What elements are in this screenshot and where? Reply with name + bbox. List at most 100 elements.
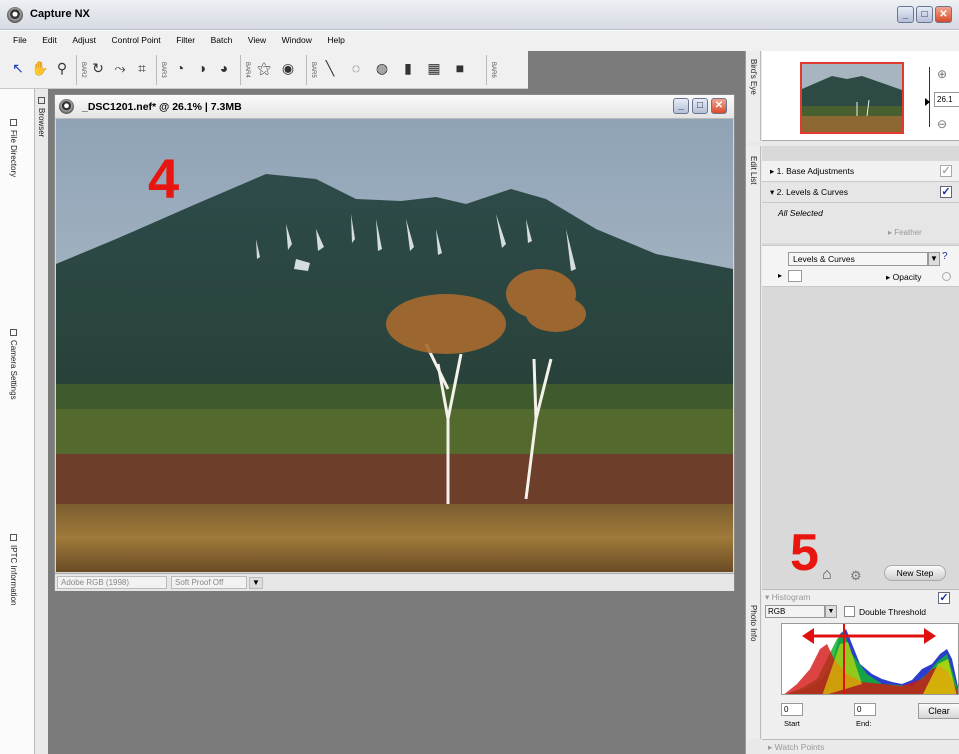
image-maximize-button[interactable]: □ [692,98,708,114]
selection-area: All Selected ▸ Feather [762,203,959,243]
birds-eye-panel: ⊕ 26.1 % ⊖ [762,51,959,141]
collapse-arrow-icon[interactable]: ▾ [770,187,777,197]
opacity-swatch[interactable] [788,270,802,282]
white-control-point-icon[interactable]: ◕ [214,57,234,79]
soft-proof-dropdown-icon[interactable]: ▼ [249,577,263,589]
tab-photo-info[interactable]: Photo Info [749,605,758,641]
image-window-title-bar[interactable]: _DSC1201.nef* @ 26.1% | 7.3MB _ □ ✕ [55,95,734,119]
menu-adjust[interactable]: Adjust [72,35,96,45]
start-label: Start [784,719,800,728]
close-button[interactable]: ✕ [935,6,952,23]
zoom-slider-handle-icon[interactable] [925,98,930,106]
tab-iptc-information[interactable]: IPTC Information [9,534,18,605]
tool-settings-area: Levels & Curves ▼ ? ▸ ▸ Opacity [762,245,959,287]
image-close-button[interactable]: ✕ [711,98,727,114]
birds-eye-strip: Bird's Eye [746,51,761,141]
step-2-checkbox[interactable]: ✓ [940,186,952,198]
tool-select-dropdown-icon[interactable]: ▼ [928,252,940,266]
expand-arrow-icon[interactable]: ▸ [770,166,777,176]
toolbar-grip-bar3[interactable]: BAR3 [156,55,166,85]
double-threshold-label: Double Threshold [859,607,926,617]
channel-select[interactable]: RGB [765,605,825,618]
toolbar-grip-bar6[interactable]: BAR6 [486,55,496,85]
title-bar: Capture NX _ □ ✕ [0,0,959,30]
new-step-button[interactable]: New Step [884,565,946,581]
color-control-point-icon[interactable]: ◉ [278,57,298,79]
zoom-tool-icon[interactable]: ⚲ [52,57,72,79]
toolbar-grip-bar2[interactable]: BAR2 [76,55,86,85]
zoom-in-icon[interactable]: ⊕ [937,67,947,81]
edit-list-strip: Edit List [746,146,761,589]
menu-view[interactable]: View [248,35,266,45]
image-minimize-button[interactable]: _ [673,98,689,114]
step-base-adjustments[interactable]: ▸ 1. Base Adjustments ✓ [762,161,959,182]
color-space-field: Adobe RGB (1998) [57,576,167,589]
end-field[interactable]: 0 [854,703,876,716]
channel-dropdown-icon[interactable]: ▼ [825,605,837,618]
clear-button[interactable]: Clear [918,703,959,719]
start-field[interactable]: 0 [781,703,803,716]
histogram-header[interactable]: ▾ Histogram [765,592,810,603]
histogram-checkbox[interactable]: ✓ [938,592,950,604]
zoom-out-icon[interactable]: ⊖ [937,117,947,131]
tab-edit-list[interactable]: Edit List [749,156,758,184]
marquee-tool-icon[interactable]: ◍ [372,57,392,79]
menu-help[interactable]: Help [327,35,344,45]
tool-expand-icon[interactable]: ▸ [778,271,782,280]
red-eye-tool-icon[interactable]: ⚝ [254,57,274,79]
watch-points-header[interactable]: ▸ Watch Points [762,739,959,754]
tab-birds-eye[interactable]: Bird's Eye [749,59,758,95]
rotate-tool-icon[interactable]: ↻ [88,57,108,79]
help-icon[interactable]: ? [942,251,954,263]
maximize-button[interactable]: □ [916,6,933,23]
fill-tool-icon[interactable]: ▮ [398,57,418,79]
straighten-tool-icon[interactable]: ⤳ [110,57,130,79]
menu-edit[interactable]: Edit [42,35,57,45]
new-control-point-icon[interactable]: ⌂ [822,566,832,584]
crop-tool-icon[interactable]: ⌗ [132,57,152,79]
tab-camera-settings[interactable]: Camera Settings [9,329,18,400]
direct-select-tool-icon[interactable]: ↖ [8,57,28,79]
neutral-control-point-icon[interactable]: ◑ [192,57,212,79]
app-logo-icon [7,7,23,23]
tab-browser[interactable]: Browser [37,97,46,137]
menu-window[interactable]: Window [282,35,312,45]
app-title: Capture NX [30,8,90,20]
menu-batch[interactable]: Batch [211,35,233,45]
lasso-tool-icon[interactable]: ◌ [346,57,366,79]
annotation-number-5: 5 [790,524,819,582]
settings-gear-icon[interactable]: ⚙ [850,568,862,584]
right-dock: Bird's Eye ⊕ 26.1 % ⊖ Edit List ▸ 1. Bas… [745,51,959,754]
menu-filter[interactable]: Filter [176,35,195,45]
menu-file[interactable]: File [13,35,27,45]
zoom-value-field[interactable]: 26.1 [934,92,959,107]
hand-tool-icon[interactable]: ✋ [30,57,50,79]
selection-brush-icon[interactable]: ╲ [320,57,340,79]
zoom-slider-track[interactable] [929,67,930,127]
histogram-panel: ▾ Histogram ✓ RGB ▼ Double Threshold 0 S… [762,589,959,739]
menu-control-point[interactable]: Control Point [112,35,161,45]
step-levels-curves[interactable]: ▾ 2. Levels & Curves ✓ [762,182,959,203]
feather-label[interactable]: ▸ Feather [888,228,922,237]
histogram-chart[interactable] [781,623,959,695]
browser-strip: Browser [34,89,48,754]
birds-eye-thumbnail[interactable] [800,62,904,134]
black-control-point-icon[interactable]: ◔ [170,57,190,79]
end-label: End: [856,719,872,728]
gradient-tool-icon[interactable]: ▦ [424,57,444,79]
tab-file-directory[interactable]: File Directory [9,119,18,177]
double-threshold-checkbox[interactable] [844,606,855,617]
fill-remove-tool-icon[interactable]: ■ [450,57,470,79]
annotation-number-4: 4 [148,147,180,210]
toolbar-empty-area [528,51,745,89]
toolbar-grip-bar4[interactable]: BAR4 [240,55,250,85]
soft-proof-field[interactable]: Soft Proof Off [171,576,247,589]
opacity-label[interactable]: ▸ Opacity [886,272,921,283]
all-selected-label: All Selected [778,208,823,218]
opacity-radio[interactable] [942,272,951,281]
toolbar-grip-bar5[interactable]: BAR5 [306,55,316,85]
tool-select[interactable]: Levels & Curves [788,252,928,266]
minimize-button[interactable]: _ [897,6,914,23]
step-1-checkbox[interactable]: ✓ [940,165,952,177]
photo-info-strip: Photo Info [746,589,761,739]
